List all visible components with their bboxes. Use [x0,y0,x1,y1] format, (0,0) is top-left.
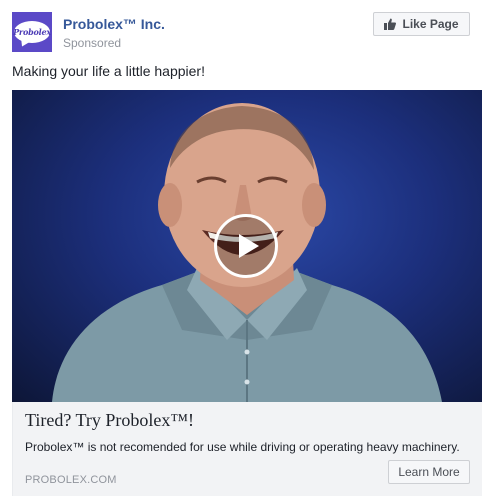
post-text: Making your life a little happier! [12,63,205,79]
play-button[interactable] [214,214,278,278]
ad-description: Probolex™ is not recomended for use whil… [25,440,460,454]
ad-headline[interactable]: Tired? Try Probolex™! [25,410,194,431]
page-name-link[interactable]: Probolex™ Inc. [63,16,165,32]
like-page-label: Like Page [402,17,459,31]
link-caption[interactable]: Tired? Try Probolex™! Probolex™ is not r… [12,402,482,496]
sponsored-label[interactable]: Sponsored [63,36,121,50]
learn-more-button[interactable]: Learn More [388,460,470,484]
video-thumbnail[interactable] [12,90,482,402]
like-page-button[interactable]: Like Page [373,12,470,36]
ad-domain: PROBOLEX.COM [25,474,117,486]
page-logo[interactable]: Probolex [12,12,52,52]
thumbs-up-icon [384,18,397,30]
speech-bubble-icon: Probolex [13,21,51,43]
play-icon [238,234,259,258]
ad-header: Probolex Probolex™ Inc. Sponsored Like P… [12,12,470,52]
logo-text: Probolex [13,27,51,37]
